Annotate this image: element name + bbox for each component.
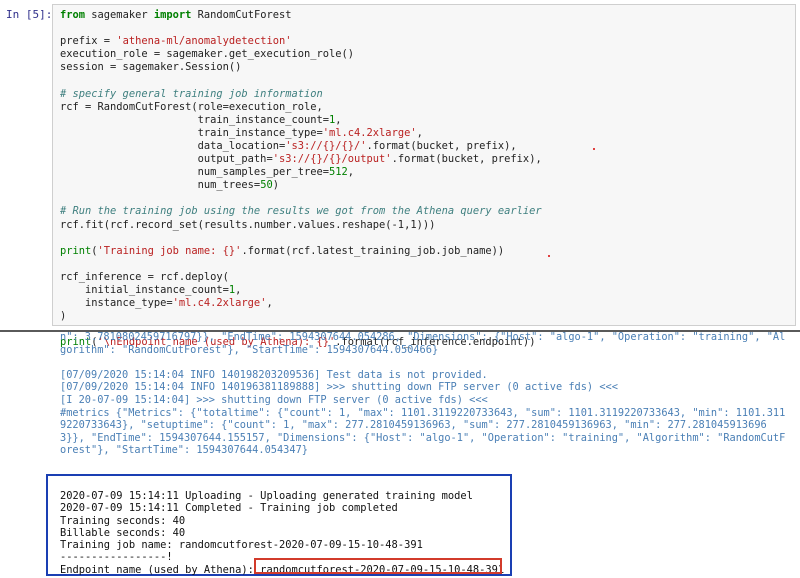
log-line: [I 20-07-09 15:14:04] >>> shutting down … [60, 393, 488, 406]
log-line: [07/09/2020 15:14:04 INFO 14019638118988… [60, 381, 618, 394]
code-line: execution_role = sagemaker.get_execution… [60, 48, 355, 61]
code-line: rcf = RandomCutForest(role=execution_rol… [60, 100, 323, 113]
code-line: ) [60, 310, 67, 323]
code-line: prefix = 'athena-ml/anomalydetection' [60, 35, 292, 48]
log-line: 9220733643}, "setuptime": {"count": 1, "… [60, 419, 767, 432]
code-line: initial_instance_count=1, [60, 283, 242, 296]
summary-line: 2020-07-09 15:14:11 Uploading - Uploadin… [60, 490, 473, 502]
summary-line: Training job name: randomcutforest-2020-… [60, 539, 423, 552]
cursor-mark [593, 148, 595, 150]
code-line: train_instance_type='ml.c4.2xlarge', [60, 126, 423, 139]
log-line: [07/09/2020 15:14:04 INFO 14019820320953… [60, 368, 488, 381]
code-line: print('Training job name: {}'.format(rcf… [60, 244, 505, 257]
log-line: n": 3.7810802459716797}}, "EndTime": 159… [60, 331, 786, 343]
code-line: num_trees=50) [60, 179, 279, 192]
code-line: session = sagemaker.Session() [60, 61, 242, 74]
summary-line: 2020-07-09 15:14:11 Completed - Training… [60, 502, 398, 515]
code-line: data_location='s3://{}/{}/'.format(bucke… [60, 139, 517, 152]
cursor-mark [548, 255, 550, 257]
cell-prompt: In [5]: [6, 8, 53, 21]
log-line: #metrics {"Metrics": {"totaltime": {"cou… [60, 406, 786, 419]
code-line: # specify general training job informati… [60, 87, 323, 100]
log-line: gorithm": "RandomCutForest"}, "StartTime… [60, 343, 439, 356]
log-line: orest"}, "StartTime": 1594307644.054347} [60, 444, 308, 457]
code-line: num_samples_per_tree=512, [60, 166, 355, 179]
code-line: train_instance_count=1, [60, 113, 342, 126]
code-line: rcf.fit(rcf.record_set(results.number.va… [60, 218, 436, 231]
code-line: instance_type='ml.c4.2xlarge', [60, 297, 273, 310]
code-cell-input[interactable]: from sagemaker import RandomCutForest pr… [52, 4, 796, 348]
code-editor[interactable]: from sagemaker import RandomCutForest pr… [60, 9, 542, 349]
summary-line: Training seconds: 40 [60, 514, 186, 527]
training-log-output: n": 3.7810802459716797}}, "EndTime": 159… [60, 331, 785, 457]
code-line: output_path='s3://{}/{}/output'.format(b… [60, 153, 542, 166]
highlight-box-endpoint [254, 558, 502, 574]
code-line: from sagemaker import RandomCutForest [60, 9, 292, 21]
log-line: 3}}, "EndTime": 1594307644.155157, "Dime… [60, 431, 786, 444]
code-line: rcf_inference = rcf.deploy( [60, 270, 229, 283]
code-line: # Run the training job using the results… [60, 205, 542, 218]
summary-line: Billable seconds: 40 [60, 526, 186, 539]
